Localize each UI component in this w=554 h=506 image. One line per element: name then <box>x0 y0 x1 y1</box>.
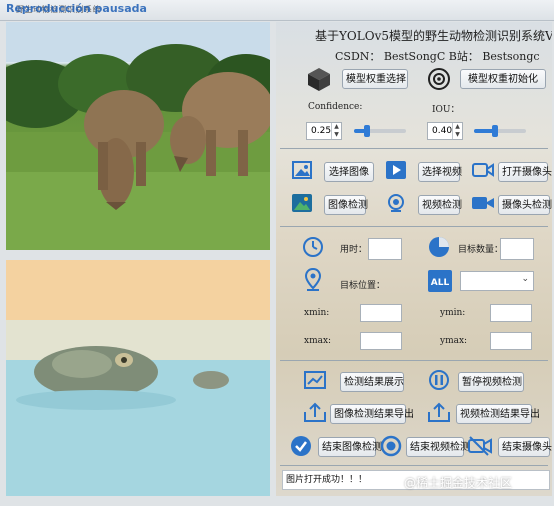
ymax-label: ymax: <box>440 336 468 346</box>
location-pin-icon <box>304 268 322 291</box>
iou-slider-handle[interactable] <box>491 125 498 137</box>
chevron-down-icon[interactable]: ⌄ <box>521 274 529 284</box>
ymin-label: ymin: <box>440 308 466 318</box>
site-watermark: @稀土掘金技术社区 <box>404 476 513 490</box>
video-detect-button[interactable]: 视频检测 <box>418 195 462 215</box>
stop-circle-icon <box>380 435 402 457</box>
playback-overlay-label: Reproducción pausada <box>6 2 147 15</box>
ymin-field <box>490 304 532 322</box>
select-image-button[interactable]: 选择图像 <box>324 162 374 182</box>
iou-slider[interactable] <box>474 125 526 137</box>
select-video-button[interactable]: 选择视频 <box>418 162 462 182</box>
author-info: CSDN： BestSongC B站： Bestsongc <box>335 50 540 63</box>
upload-icon <box>428 402 450 422</box>
iou-label: IOU： <box>432 105 460 115</box>
spin-arrows-icon[interactable]: ▲ ▼ <box>331 123 341 139</box>
confidence-spinbox[interactable]: 0.25 ▲ ▼ <box>306 122 342 140</box>
pie-chart-icon <box>429 237 449 257</box>
iou-value: 0.40 <box>432 126 453 136</box>
cube-icon <box>308 68 330 91</box>
divider <box>280 226 548 227</box>
select-weights-button[interactable]: 模型权重选择 <box>342 69 408 89</box>
target-select[interactable]: ⌄ <box>460 271 534 291</box>
count-field <box>500 238 534 260</box>
upload-icon <box>304 402 326 422</box>
video-camera-icon <box>472 197 494 209</box>
app-title: 基于YOLOv5模型的野生动物检测识别系统V1.0 <box>315 29 552 43</box>
camera-off-icon <box>468 436 492 456</box>
end-camera-button[interactable]: 结束摄像头 <box>498 437 552 457</box>
open-camera-button[interactable]: 打开摄像头 <box>498 162 552 182</box>
app-window: 野生动物检测识别系统 Reproducción pausada 基于YOLOv5… <box>0 0 554 506</box>
position-label: 目标位置： <box>340 281 386 291</box>
crocodile-photo <box>6 260 270 496</box>
time-field <box>368 238 402 260</box>
image-icon <box>292 161 312 179</box>
xmax-label: xmax: <box>304 336 332 346</box>
rhino-photo <box>6 22 270 250</box>
line-chart-icon <box>304 371 326 389</box>
init-weights-button[interactable]: 模型权重初始化 <box>460 69 546 89</box>
check-circle-icon <box>291 436 311 456</box>
spin-arrows-icon[interactable]: ▲ ▼ <box>452 123 462 139</box>
confidence-value: 0.25 <box>311 126 332 136</box>
webcam-icon <box>388 194 404 212</box>
target-icon <box>428 68 450 90</box>
pause-icon <box>429 370 449 390</box>
divider <box>280 465 548 466</box>
xmin-field <box>360 304 402 322</box>
divider <box>280 148 548 149</box>
count-label: 目标数量： <box>458 245 504 255</box>
export-image-results-button[interactable]: 图像检测结果导出 <box>330 404 414 424</box>
original-image-view <box>6 22 270 250</box>
xmax-field <box>360 332 402 350</box>
end-video-detect-button[interactable]: 结束视频检测 <box>406 437 470 457</box>
svg-text:ALL: ALL <box>431 278 450 288</box>
end-image-detect-button[interactable]: 结束图像检测 <box>318 437 382 457</box>
camera-detect-button[interactable]: 摄像头检测 <box>498 195 552 215</box>
iou-spinbox[interactable]: 0.40 ▲ ▼ <box>427 122 463 140</box>
confidence-slider-handle[interactable] <box>364 125 370 137</box>
confidence-slider[interactable] <box>354 125 406 137</box>
title-bar: 野生动物检测识别系统 Reproducción pausada <box>0 0 554 21</box>
clock-icon <box>303 237 323 257</box>
camera-outline-icon <box>472 163 494 177</box>
detection-result-view <box>6 260 270 496</box>
export-video-results-button[interactable]: 视频检测结果导出 <box>456 404 540 424</box>
image-detect-button[interactable]: 图像检测 <box>324 195 368 215</box>
divider <box>280 360 548 361</box>
all-icon: ALL <box>428 270 452 292</box>
control-panel: 基于YOLOv5模型的野生动物检测识别系统V1.0 CSDN： BestSong… <box>276 22 552 496</box>
video-play-icon <box>386 161 406 179</box>
pause-video-button[interactable]: 暂停视频检测 <box>458 372 524 392</box>
confidence-label: Confidence: <box>308 102 363 112</box>
ymax-field <box>490 332 532 350</box>
time-label: 用时： <box>340 245 368 255</box>
xmin-label: xmin: <box>304 308 330 318</box>
landscape-image-icon <box>292 194 312 212</box>
show-results-button[interactable]: 检测结果展示 <box>340 372 404 392</box>
